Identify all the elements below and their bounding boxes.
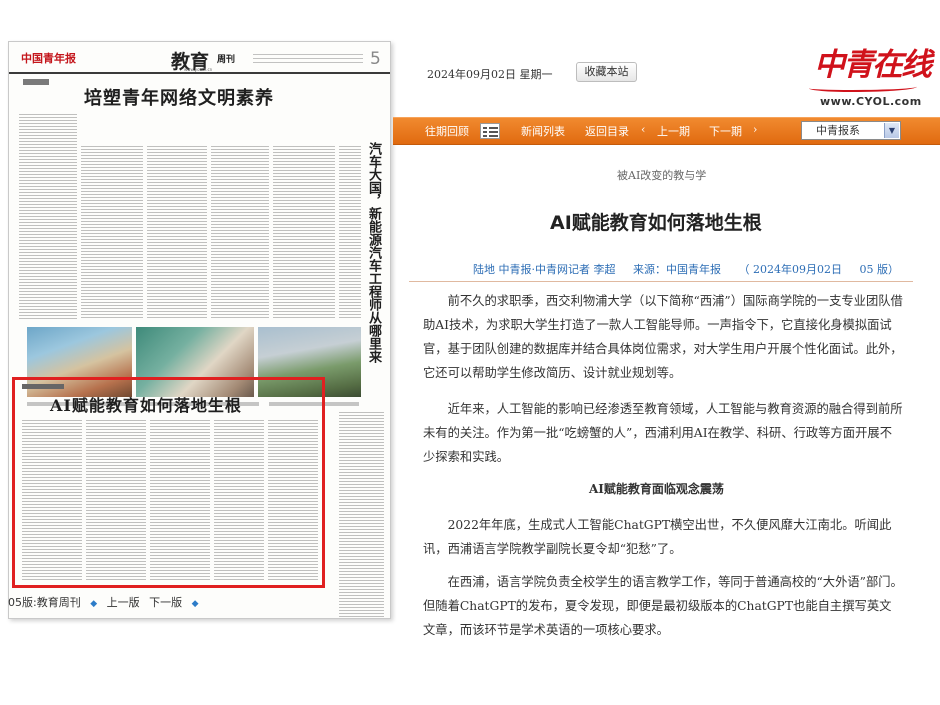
newspaper-section-sub: 周刊 xyxy=(217,55,236,65)
grid-menu-icon[interactable] xyxy=(480,123,500,139)
article-authors: 陆地 中青报·中青网记者 李超 xyxy=(473,263,616,276)
nav-next-issue[interactable]: 下一期 xyxy=(709,123,742,139)
next-issue-arrow-icon[interactable]: › xyxy=(753,123,757,136)
article-column-name: 被AI改变的教与学 xyxy=(617,169,707,182)
next-page-link[interactable]: 下一版 xyxy=(149,596,182,609)
next-page-arrow-icon[interactable]: ◆ xyxy=(192,599,199,609)
current-date: 2024年09月02日 星期一 xyxy=(427,66,553,82)
current-page-label: 05版:教育周刊 xyxy=(8,596,81,609)
text-column xyxy=(211,146,269,319)
text-column xyxy=(22,420,82,580)
site-logo[interactable]: 中青在线 www.CYOL.com xyxy=(806,39,932,117)
newspaper-vertical-headline[interactable]: 汽车大国，新能源汽车工程师从哪里来 xyxy=(365,142,381,363)
text-column xyxy=(147,146,207,319)
paper-series-select[interactable]: 中青报系 ▼ xyxy=(801,121,901,140)
article-paragraph: 近年来，人工智能的影响已经渗透至教育领域，人工智能与教育资源的融合得到前所未有的… xyxy=(423,402,903,464)
article-paragraph: 2022年年底，生成式人工智能ChatGPT横空出世，不久便风靡大江南北。听闻此… xyxy=(423,518,892,556)
text-column xyxy=(86,420,146,580)
bookmark-site-button[interactable]: 收藏本站 xyxy=(576,62,637,82)
chevron-down-icon[interactable]: ▼ xyxy=(884,123,899,138)
paper-select-value: 中青报系 xyxy=(816,124,860,137)
nav-past-issues[interactable]: 往期回顾 xyxy=(425,123,469,139)
prev-issue-arrow-icon[interactable]: ‹ xyxy=(641,123,645,136)
newspaper-meta-lines xyxy=(253,54,363,66)
text-column xyxy=(339,146,361,319)
nav-prev-issue[interactable]: 上一期 xyxy=(657,123,690,139)
article-byline: 陆地 中青报·中青网记者 李超 来源：中国青年报 （ 2024年09月02日 0… xyxy=(473,261,913,277)
newspaper-column-tag xyxy=(23,79,49,85)
newspaper-url: www.youth.cn xyxy=(184,67,213,72)
logo-swoosh-icon xyxy=(809,83,917,92)
article-source: 来源：中国青年报 xyxy=(633,263,721,276)
text-column xyxy=(19,114,77,319)
date-text: 2024年09月02日 xyxy=(427,68,516,81)
highlight-column-tag xyxy=(22,384,64,389)
newspaper-logo: 中国青年报 xyxy=(21,52,76,65)
article-paragraph: 前不久的求职季，西交利物浦大学（以下简称“西浦”）国际商学院的一支专业团队借助A… xyxy=(423,294,903,380)
article-date: （ 2024年09月02日 xyxy=(738,263,843,276)
prev-page-arrow-icon[interactable]: ◆ xyxy=(90,599,97,609)
newspaper-masthead: 中国青年报 教育 周刊 www.youth.cn 5 xyxy=(9,42,390,74)
prev-page-link[interactable]: 上一版 xyxy=(107,596,140,609)
newspaper-page-number: 5 xyxy=(370,49,381,69)
article-section-heading: AI赋能教育面临观念震荡 xyxy=(589,482,724,496)
newspaper-main-headline[interactable]: 培塑青年网络文明素养 xyxy=(84,84,274,110)
text-column xyxy=(150,420,210,580)
byline-divider xyxy=(409,281,913,282)
text-column xyxy=(81,146,143,319)
article-paragraph: 在西浦，语言学院负责全校学生的语言教学工作，等同于普通高校的“大外语”部门。但随… xyxy=(423,575,903,637)
text-column xyxy=(273,146,335,319)
weekday-text: 星期一 xyxy=(519,68,553,81)
logo-chinese: 中青在线 xyxy=(814,47,932,83)
nav-back-to-contents[interactable]: 返回目录 xyxy=(585,123,629,139)
text-column xyxy=(214,420,264,580)
article-title: AI赋能教育如何落地生根 xyxy=(550,212,762,234)
text-column xyxy=(339,412,384,617)
highlight-article-title[interactable]: AI赋能教育如何落地生根 xyxy=(50,392,242,416)
nav-news-list[interactable]: 新闻列表 xyxy=(521,123,565,139)
text-column xyxy=(268,420,318,580)
article-page: 05 版） xyxy=(859,263,900,276)
page-navigation: 05版:教育周刊 ◆ 上一版 下一版 ◆ xyxy=(8,594,205,610)
logo-url: www.CYOL.com xyxy=(820,95,922,108)
